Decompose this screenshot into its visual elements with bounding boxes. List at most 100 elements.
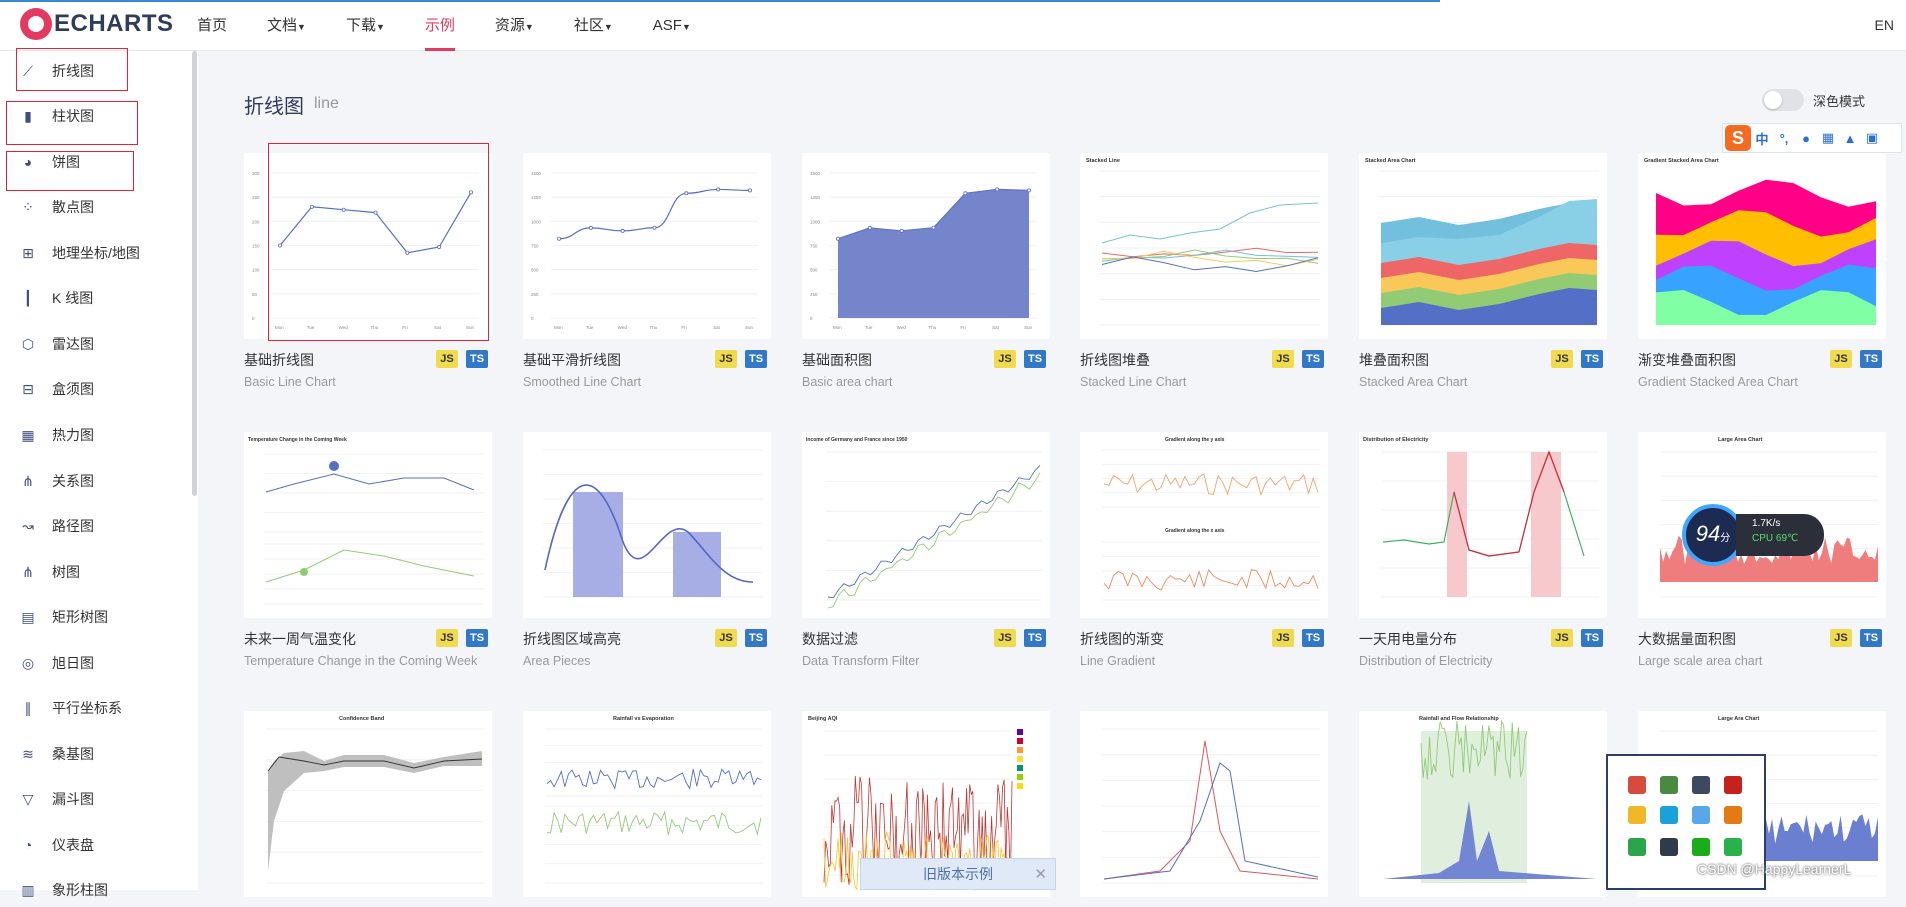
example-thumbnail[interactable] [523,432,771,618]
js-badge[interactable]: JS [436,350,458,368]
nav-docs[interactable]: 文档▼ [267,0,306,51]
example-thumbnail[interactable]: Rainfall vs Evaporation [523,711,771,897]
chinese-mode-icon[interactable]: 中 [1751,129,1773,148]
nav-community[interactable]: 社区▼ [574,0,613,51]
example-title[interactable]: 未来一周气温变化 [244,629,356,649]
example-card[interactable]: Confidence Band [244,711,492,897]
security-icon[interactable] [1660,776,1678,794]
example-title[interactable]: 一天用电量分布 [1359,629,1457,649]
example-thumbnail[interactable] [1080,711,1328,897]
app-icon[interactable] [1628,806,1646,824]
js-badge[interactable]: JS [715,350,737,368]
ts-badge[interactable]: TS [1581,350,1603,368]
ts-badge[interactable]: TS [1581,629,1603,647]
nav-asf[interactable]: ASF▼ [653,0,691,51]
ts-badge[interactable]: TS [745,629,767,647]
acrobat-icon[interactable] [1724,776,1742,794]
sidebar-item-16[interactable]: ▽ 漏斗图 [18,782,94,816]
example-thumbnail[interactable]: Gradient Stacked Area Chart [1638,153,1886,339]
example-thumbnail[interactable]: Mon Tue Wed Thu Fri Sat Sun 1500 1250 1000 750 500 2… [802,153,1050,339]
example-title[interactable]: 基础折线图 [244,350,314,370]
sidebar-item-12[interactable]: ▤ 矩形树图 [18,600,108,634]
ts-badge[interactable]: TS [1302,350,1324,368]
js-badge[interactable]: JS [1830,350,1852,368]
example-title[interactable]: 基础面积图 [802,350,872,370]
js-badge[interactable]: JS [994,629,1016,647]
ts-badge[interactable]: TS [1302,629,1324,647]
network-icon[interactable] [1660,806,1678,824]
ts-badge[interactable]: TS [466,629,488,647]
sidebar-item-7[interactable]: ⊟ 盒须图 [18,372,94,406]
example-thumbnail[interactable]: Mon Tue Wed Thu Fri Sat Sun 1500 1250 1000 750 500 2… [523,153,771,339]
example-title[interactable]: 折线图堆叠 [1080,350,1150,370]
sogou-logo-icon[interactable]: S [1725,125,1751,151]
speed-widget[interactable]: 94分 1.7K/s CPU 69℃ [1682,504,1824,566]
example-card[interactable]: Gradient along the y axis Gradient along … [1080,432,1328,668]
example-thumbnail[interactable]: Confidence Band [244,711,492,897]
js-badge[interactable]: JS [1272,629,1294,647]
ts-badge[interactable]: TS [745,350,767,368]
example-card[interactable]: Rainfall and Flow Relationship [1359,711,1607,897]
example-card[interactable]: Mon Tue Wed Thu Fri Sat Sun 1500 1250 1000 750 500 2… [523,153,771,389]
app-icon[interactable] [1660,838,1678,856]
punctuation-icon[interactable]: °, [1773,131,1795,146]
example-card[interactable]: 折线图区域高亮 Area Pieces JS TS [523,432,771,668]
skin-icon[interactable]: ▲ [1839,131,1861,146]
example-title[interactable]: 基础平滑折线图 [523,350,621,370]
ts-badge[interactable]: TS [466,350,488,368]
ts-badge[interactable]: TS [1024,350,1046,368]
js-badge[interactable]: JS [994,350,1016,368]
sidebar-item-15[interactable]: ≋ 桑基图 [18,737,94,771]
nav-download[interactable]: 下载▼ [346,0,385,51]
example-card[interactable]: Gradient Stacked Area Chart 渐变堆叠面积图 Gradie… [1638,153,1886,389]
language-switch[interactable]: EN [1875,17,1894,33]
example-thumbnail[interactable]: Temperature Change in the Coming Week [244,432,492,618]
display-icon[interactable] [1692,776,1710,794]
sidebar-scrollbar[interactable] [192,51,197,496]
echarts-logo[interactable]: ECHARTS [20,8,174,40]
app-icon[interactable] [1724,838,1742,856]
sidebar-item-4[interactable]: ⊞ 地理坐标/地图 [18,236,140,270]
nav-examples[interactable]: 示例 [424,0,455,51]
sidebar-item-18[interactable]: ▥ 象形柱图 [18,873,108,907]
sidebar-item-3[interactable]: ⁘ 散点图 [18,190,94,224]
example-thumbnail[interactable]: Stacked Line [1080,153,1328,339]
example-card[interactable]: Mon Tue Wed Thu Fri Sat Sun 1500 1250 1000 750 500 2… [802,153,1050,389]
volume-icon[interactable] [1628,776,1646,794]
example-thumbnail[interactable]: Rainfall and Flow Relationship [1359,711,1607,897]
example-thumbnail[interactable]: Distribution of Electricity [1359,432,1607,618]
example-thumbnail[interactable]: Income of Germany and France since 1950 [802,432,1050,618]
js-badge[interactable]: JS [715,629,737,647]
old-version-bar[interactable]: 旧版本示例 ✕ [860,858,1056,890]
keyboard-icon[interactable]: ▦ [1817,130,1839,146]
sidebar-item-8[interactable]: ▦ 热力图 [18,418,94,452]
close-icon[interactable]: ✕ [1034,865,1047,883]
sidebar-item-10[interactable]: ↝ 路径图 [18,509,94,543]
sidebar-item-5[interactable]: ┃ K 线图 [18,281,93,315]
example-title[interactable]: 大数据量面积图 [1638,629,1736,649]
js-badge[interactable]: JS [1830,629,1852,647]
example-card[interactable]: Stacked Area Chart 堆叠面积图 Stacked Area Char… [1359,153,1607,389]
wechat-icon[interactable] [1692,838,1710,856]
example-card[interactable]: Stacked Line 折线图堆叠 Stacked Line Chart JS TS [1080,153,1328,389]
sidebar-item-17[interactable]: ◔ 仪表盘 [18,828,94,862]
example-thumbnail[interactable]: Gradient along the y axis Gradient along … [1080,432,1328,618]
example-title[interactable]: 渐变堆叠面积图 [1638,350,1736,370]
example-card[interactable]: Income of Germany and France since 1950 数… [802,432,1050,668]
sidebar-item-14[interactable]: ∥ 平行坐标系 [18,691,123,725]
dark-mode-toggle[interactable]: 深色模式 [1762,85,1904,115]
example-card[interactable]: Temperature Change in the Coming Week 未来一… [244,432,492,668]
example-title[interactable]: 堆叠面积图 [1359,350,1429,370]
toolbox-icon[interactable]: ▣ [1861,130,1883,146]
example-card[interactable]: Distribution of Electricity 一天用电量分布 Distri… [1359,432,1607,668]
bluetooth-icon[interactable] [1692,806,1710,824]
js-badge[interactable]: JS [436,629,458,647]
example-title[interactable]: 折线图的渐变 [1080,629,1164,649]
js-badge[interactable]: JS [1272,350,1294,368]
js-badge[interactable]: JS [1551,350,1573,368]
js-badge[interactable]: JS [1551,629,1573,647]
microphone-icon[interactable]: ● [1795,131,1817,146]
nav-resources[interactable]: 资源▼ [495,0,534,51]
example-title[interactable]: 折线图区域高亮 [523,629,621,649]
app-icon[interactable] [1628,838,1646,856]
